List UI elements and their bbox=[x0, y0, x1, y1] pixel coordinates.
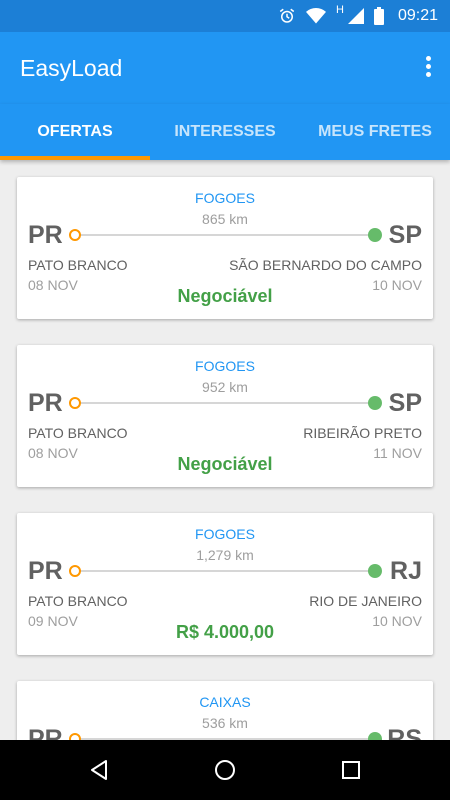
offer-category: FOGOES bbox=[195, 190, 255, 206]
offer-card[interactable]: FOGOES 952 km PR SP PATO BRANCO RIBEIRÃO… bbox=[17, 345, 433, 487]
offer-card[interactable]: CAIXAS 536 km PR RS bbox=[17, 681, 433, 740]
destination-dot-icon bbox=[368, 228, 382, 242]
more-vert-icon[interactable] bbox=[422, 56, 434, 80]
alarm-icon bbox=[278, 7, 296, 25]
offer-category: FOGOES bbox=[195, 526, 255, 542]
origin-state: PR bbox=[28, 221, 63, 249]
offer-category: FOGOES bbox=[195, 358, 255, 374]
home-icon[interactable] bbox=[213, 758, 237, 782]
destination-state: RJ bbox=[390, 557, 422, 585]
tab-bar: OFERTAS INTERESSES MEUS FRETES bbox=[0, 104, 450, 160]
origin-dot-icon bbox=[69, 397, 81, 409]
origin-city: PATO BRANCO bbox=[28, 257, 128, 273]
origin-dot-icon bbox=[69, 229, 81, 241]
signal-icon bbox=[347, 8, 364, 24]
tab-ofertas[interactable]: OFERTAS bbox=[0, 104, 150, 160]
destination-state: SP bbox=[388, 221, 422, 249]
status-bar: H 09:21 bbox=[0, 0, 450, 32]
origin-dot-icon bbox=[69, 733, 81, 740]
offer-card[interactable]: FOGOES 1,279 km PR RJ PATO BRANCO RIO DE… bbox=[17, 513, 433, 655]
origin-dot-icon bbox=[69, 565, 81, 577]
origin-state: PR bbox=[28, 725, 63, 740]
network-type-label: H bbox=[336, 4, 344, 16]
route-line bbox=[77, 402, 373, 404]
destination-city: SÃO BERNARDO DO CAMPO bbox=[229, 257, 422, 273]
offer-distance: 536 km bbox=[202, 715, 248, 731]
app-bar: EasyLoad bbox=[0, 32, 450, 104]
destination-city: RIBEIRÃO PRETO bbox=[303, 425, 422, 441]
offers-list[interactable]: FOGOES 865 km PR SP PATO BRANCO SÃO BERN… bbox=[0, 160, 450, 740]
offer-price: R$ 4.000,00 bbox=[175, 622, 275, 642]
route-line bbox=[77, 234, 373, 236]
origin-state: PR bbox=[28, 389, 63, 417]
destination-dot-icon bbox=[368, 732, 382, 740]
wifi-icon bbox=[306, 8, 326, 24]
origin-state: PR bbox=[28, 557, 63, 585]
offer-distance: 952 km bbox=[202, 379, 248, 395]
offer-price: Negociável bbox=[177, 454, 273, 474]
app-title: EasyLoad bbox=[20, 55, 123, 81]
destination-state: SP bbox=[388, 389, 422, 417]
route-line bbox=[77, 570, 373, 572]
offer-distance: 865 km bbox=[202, 211, 248, 227]
system-nav-bar bbox=[0, 740, 450, 800]
destination-state: RS bbox=[387, 725, 422, 740]
origin-city: PATO BRANCO bbox=[28, 425, 128, 441]
recents-icon[interactable] bbox=[339, 758, 363, 782]
offer-distance: 1,279 km bbox=[196, 547, 254, 563]
origin-city: PATO BRANCO bbox=[28, 593, 128, 609]
offer-category: CAIXAS bbox=[199, 694, 251, 710]
battery-icon bbox=[373, 7, 384, 25]
offer-card[interactable]: FOGOES 865 km PR SP PATO BRANCO SÃO BERN… bbox=[17, 177, 433, 319]
back-icon[interactable] bbox=[87, 758, 111, 782]
tab-meus-fretes[interactable]: MEUS FRETES bbox=[300, 104, 450, 160]
tab-interesses[interactable]: INTERESSES bbox=[150, 104, 300, 160]
status-time: 09:21 bbox=[397, 7, 438, 24]
destination-city: RIO DE JANEIRO bbox=[309, 593, 422, 609]
offer-price: Negociável bbox=[177, 286, 273, 306]
destination-dot-icon bbox=[368, 564, 382, 578]
destination-dot-icon bbox=[368, 396, 382, 410]
